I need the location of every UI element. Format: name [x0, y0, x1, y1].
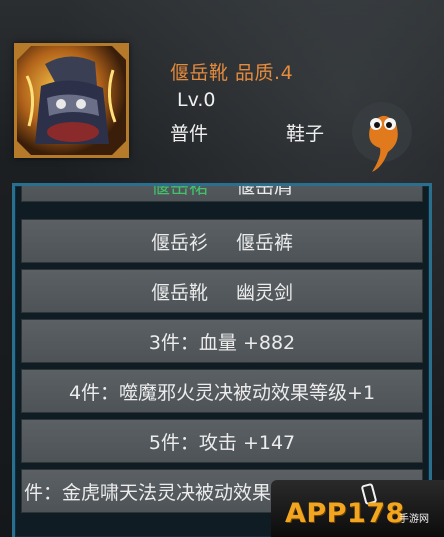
- item-name-quality: 偃岳靴 品质.4: [170, 62, 294, 84]
- set-piece-name: 幽灵剑: [236, 281, 294, 304]
- item-rarity: 普件: [170, 123, 209, 145]
- set-bonus-row: 5件：攻击 +147: [21, 419, 423, 463]
- set-piece-row: 偃岳裙 偃岳肩: [21, 183, 423, 202]
- set-piece-name: 偃岳靴: [150, 281, 208, 304]
- logo-brand: APP178: [285, 498, 405, 529]
- set-piece-name: 偃岳裤: [236, 231, 294, 254]
- set-piece-name: 偃岳衫: [150, 231, 208, 254]
- set-bonus-row: 3件：血量 +882: [21, 319, 423, 363]
- set-piece-name: 偃岳裙: [150, 183, 208, 198]
- item-level: Lv.0: [177, 89, 216, 111]
- set-piece-row: 偃岳衫 偃岳裤: [21, 219, 423, 263]
- set-piece-row: 偃岳靴 幽灵剑: [21, 269, 423, 313]
- boot-icon: [17, 46, 126, 155]
- logo-subtitle: 手游网: [399, 514, 429, 525]
- mascot-icon: [352, 102, 412, 172]
- set-bonus-text: 4件：噬魔邪火灵决被动效果等级+1: [68, 381, 376, 404]
- item-icon-frame[interactable]: [14, 43, 129, 158]
- app178-logo: APP178 手游网: [271, 480, 444, 537]
- set-bonus-row: 4件：噬魔邪火灵决被动效果等级+1: [21, 369, 423, 413]
- set-bonus-text: 3件：血量 +882: [148, 331, 296, 354]
- set-bonus-text: 5件：攻击 +147: [148, 431, 296, 454]
- set-piece-name: 偃岳肩: [236, 183, 294, 198]
- item-slot: 鞋子: [286, 123, 325, 145]
